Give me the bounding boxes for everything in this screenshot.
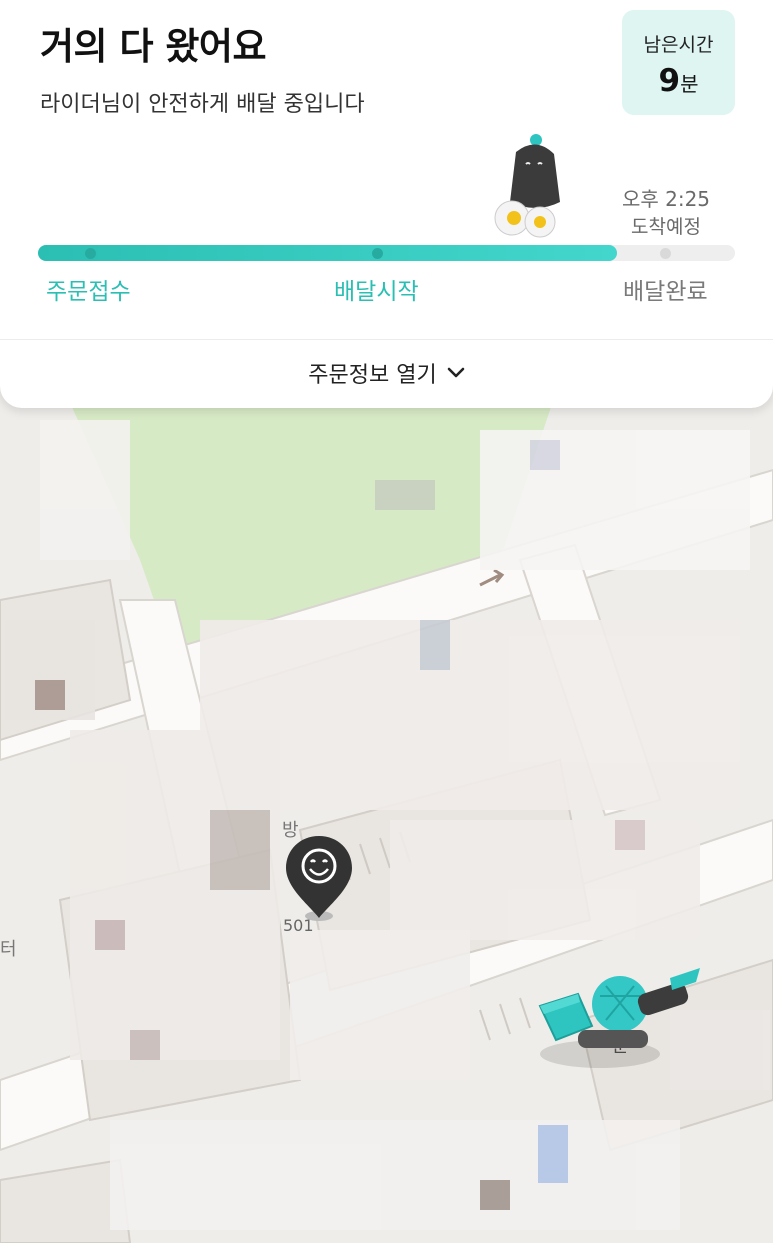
step-label-received: 주문접수 — [46, 279, 131, 305]
step-dot-received — [85, 248, 96, 259]
delivery-progress-fill — [38, 245, 617, 261]
rider-character-icon — [488, 132, 568, 246]
map-label-3: 터 — [0, 939, 17, 959]
step-dot-completed — [660, 248, 671, 259]
eta-time: 오후 2:25 — [621, 187, 711, 211]
order-info-toggle-label: 주문정보 열기 — [308, 363, 437, 388]
remaining-time-label: 남은시간 — [643, 34, 714, 56]
status-title: 거의 다 왔어요 — [40, 25, 267, 68]
chevron-down-icon — [447, 364, 465, 383]
remaining-minutes: 9 — [658, 63, 681, 99]
delivery-progress-bar — [38, 245, 735, 261]
remaining-time-box: 남은시간 9분 — [622, 10, 735, 115]
delivery-status-card: 거의 다 왔어요 라이더님이 안전하게 배달 중입니다 남은시간 9분 오후 2… — [0, 0, 773, 408]
address-number: 501 — [283, 916, 314, 935]
step-dot-started — [372, 248, 383, 259]
remaining-time-value: 9분 — [622, 63, 735, 99]
step-label-completed: 배달완료 — [623, 279, 708, 305]
status-subtitle: 라이더님이 안전하게 배달 중입니다 — [40, 92, 365, 117]
step-label-started: 배달시작 — [334, 279, 419, 305]
remaining-unit: 분 — [680, 72, 699, 96]
order-info-toggle-button[interactable]: 주문정보 열기 — [0, 340, 773, 406]
eta-label: 도착예정 — [631, 216, 701, 238]
